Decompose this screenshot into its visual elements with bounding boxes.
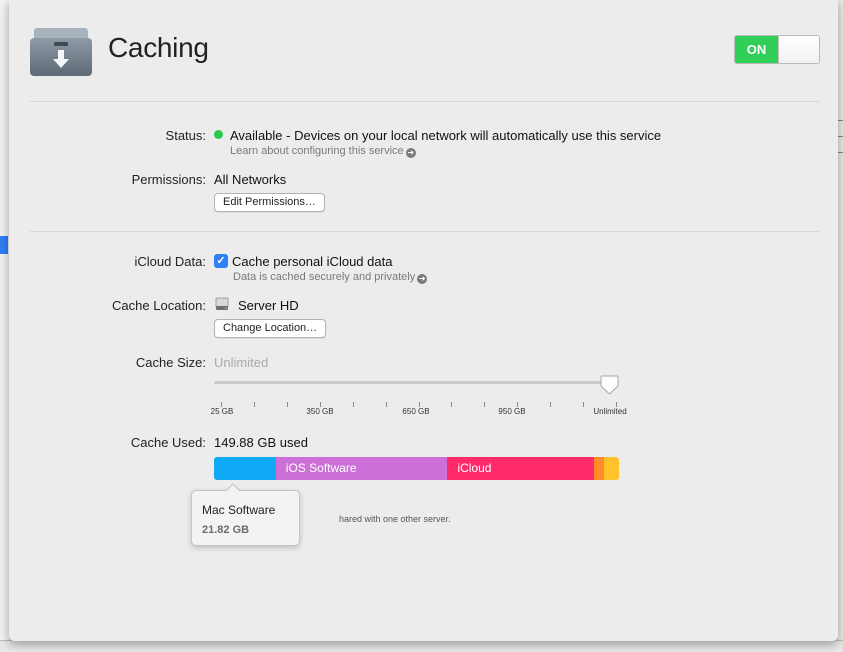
divider <box>30 231 819 232</box>
cache-size-slider-knob[interactable] <box>600 375 619 395</box>
background-mark <box>838 120 843 121</box>
status-help-text: Learn about configuring this service <box>230 145 404 157</box>
arrow-right-circle-icon: ➜ <box>417 274 428 284</box>
icloud-cache-checkbox[interactable]: ✓ <box>214 254 228 268</box>
cache-usage-bar[interactable]: iOS Software iCloud <box>214 457 619 480</box>
page-title: Caching <box>108 32 209 63</box>
permissions-label: Permissions: <box>131 172 206 187</box>
icloud-checkbox-label[interactable]: Cache personal iCloud data <box>232 254 392 269</box>
slider-tick <box>385 402 387 407</box>
toggle-knob[interactable] <box>778 36 819 63</box>
status-label: Status: <box>165 128 206 143</box>
cache-info-text: hared with one other server. <box>339 514 451 524</box>
background-window-bottom <box>0 640 843 652</box>
caching-service-icon <box>30 28 92 76</box>
cache-size-slider-track[interactable] <box>214 381 619 384</box>
toggle-on-label: ON <box>735 36 778 63</box>
status-help-link[interactable]: Learn about configuring this service ➜ <box>230 145 416 158</box>
tooltip-title: Mac Software <box>202 503 276 517</box>
slider-tick <box>484 402 486 407</box>
change-location-button[interactable]: Change Location… <box>214 319 327 338</box>
slider-tick-label: 350 GB <box>306 407 334 416</box>
divider <box>30 101 819 102</box>
usage-segment[interactable]: iCloud <box>447 457 595 480</box>
hard-drive-icon <box>215 297 229 310</box>
arrow-right-circle-icon: ➜ <box>405 148 416 158</box>
background-mark <box>838 136 843 137</box>
caching-settings-panel: Caching ON Status: Available - Devices o… <box>9 0 838 641</box>
usage-segment[interactable] <box>214 457 276 480</box>
background-selection <box>0 236 8 254</box>
slider-tick <box>352 402 354 407</box>
cache-location-label: Cache Location: <box>112 298 206 313</box>
usage-segment[interactable]: iOS Software <box>275 457 448 480</box>
cache-size-value: Unlimited <box>214 355 269 370</box>
slider-tick-label: 650 GB <box>402 407 430 416</box>
service-toggle[interactable]: ON <box>734 35 820 64</box>
slider-tick <box>286 402 288 407</box>
segment-tooltip: Mac Software 21.82 GB <box>191 490 300 546</box>
permissions-value: All Networks <box>214 172 287 187</box>
slider-tick-label: Unlimited <box>593 407 627 416</box>
background-window-right <box>838 0 843 652</box>
icloud-label: iCloud Data: <box>134 254 206 269</box>
tooltip-size: 21.82 GB <box>202 524 250 536</box>
background-mark <box>838 152 843 153</box>
tooltip-arrow <box>225 483 241 492</box>
status-value: Available - Devices on your local networ… <box>230 128 662 143</box>
usage-segment[interactable] <box>594 457 605 480</box>
slider-tick <box>583 402 585 407</box>
slider-tick-label: 25 GB <box>210 407 234 416</box>
slider-tick-label: 950 GB <box>498 407 526 416</box>
cache-location-value: Server HD <box>238 298 299 313</box>
icloud-help-text: Data is cached securely and privately <box>233 271 416 283</box>
slider-tick <box>451 402 453 407</box>
icloud-help-link[interactable]: Data is cached securely and privately ➜ <box>233 271 428 284</box>
cache-used-value: 149.88 GB used <box>214 435 308 450</box>
slider-tick <box>550 402 552 407</box>
cache-size-label: Cache Size: <box>135 355 206 370</box>
usage-segment[interactable] <box>604 457 619 480</box>
edit-permissions-button[interactable]: Edit Permissions… <box>214 193 325 212</box>
status-indicator <box>214 130 223 139</box>
slider-tick <box>253 402 255 407</box>
cache-used-label: Cache Used: <box>130 435 206 450</box>
